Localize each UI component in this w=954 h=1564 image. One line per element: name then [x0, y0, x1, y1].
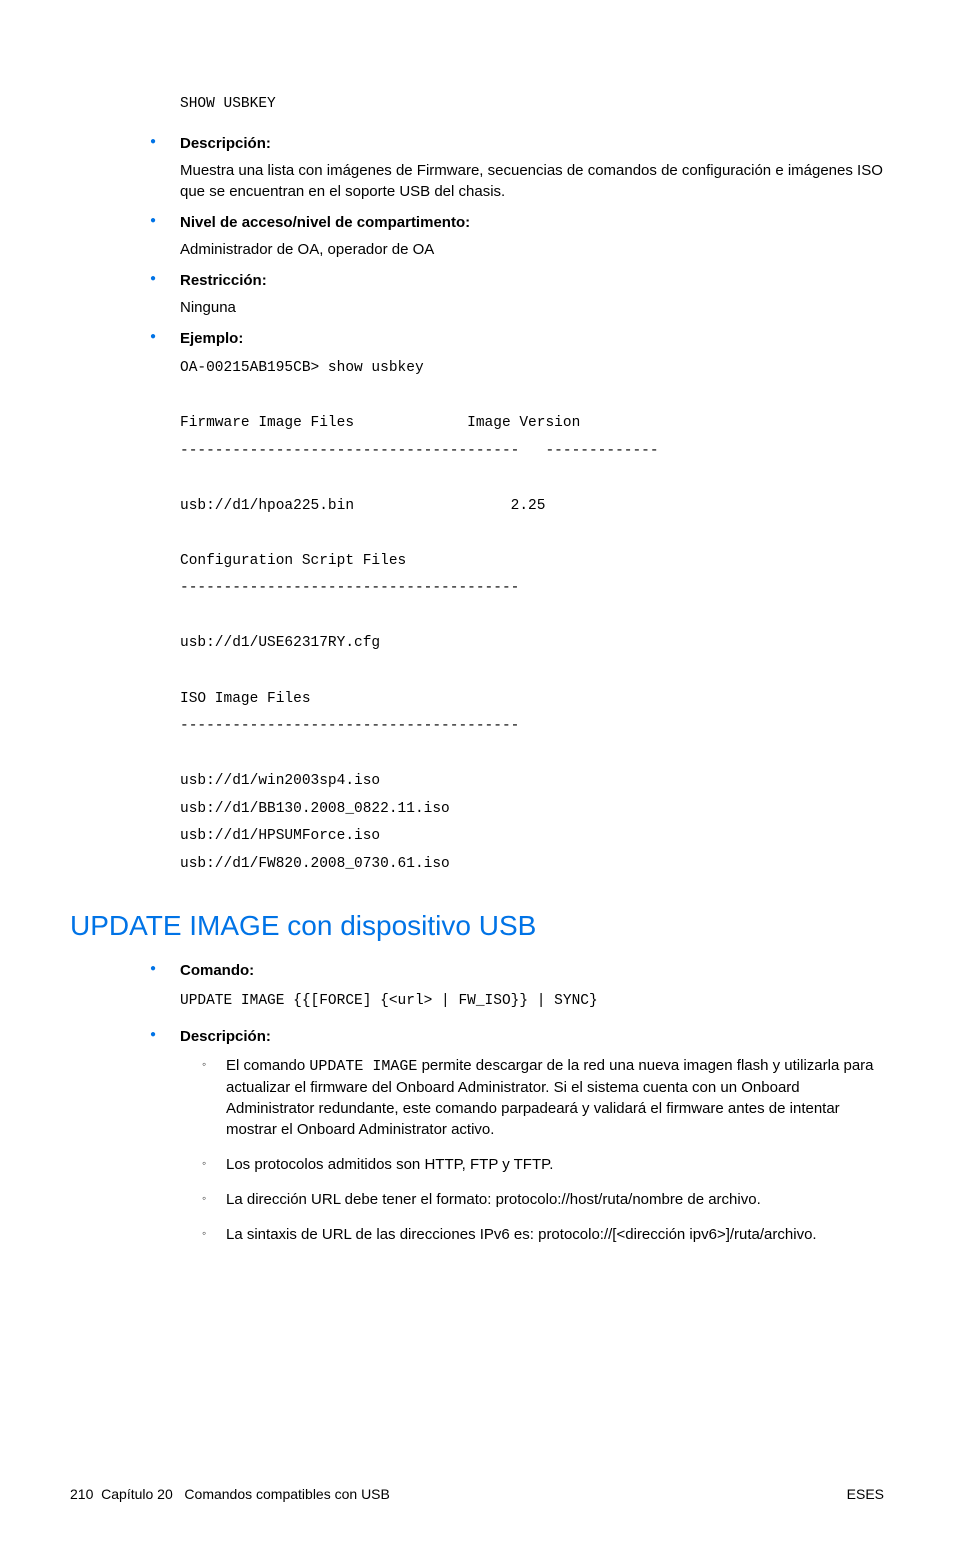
label: Descripción: [180, 133, 884, 154]
sub-item: El comando UPDATE IMAGE permite descarga… [202, 1055, 884, 1140]
label: Comando: [180, 960, 884, 981]
label: Ejemplo: [180, 328, 884, 349]
item-ejemplo: Ejemplo: OA-00215AB195CB> show usbkey Fi… [150, 328, 884, 878]
text-pre: El comando [226, 1057, 309, 1074]
body: Muestra una lista con imágenes de Firmwa… [180, 160, 884, 202]
sub-item: La sintaxis de URL de las direcciones IP… [202, 1224, 884, 1245]
chapter-title: Comandos compatibles con USB [184, 1486, 389, 1502]
definition-list: Descripción: Muestra una lista con imáge… [70, 133, 884, 878]
chapter: Capítulo 20 [101, 1486, 173, 1502]
inline-code: UPDATE IMAGE [309, 1058, 417, 1075]
label: Descripción: [180, 1026, 884, 1047]
sub-item: Los protocolos admitidos son HTTP, FTP y… [202, 1154, 884, 1175]
text: La dirección URL debe tener el formato: … [226, 1191, 761, 1208]
page-footer: 210 Capítulo 20 Comandos compatibles con… [70, 1485, 884, 1505]
label: Restricción: [180, 270, 884, 291]
sub-item: La dirección URL debe tener el formato: … [202, 1189, 884, 1210]
body: Ninguna [180, 297, 884, 318]
comando-code: UPDATE IMAGE {{[FORCE] {<url> | FW_ISO}}… [180, 987, 884, 1016]
footer-right: ESES [847, 1485, 884, 1505]
section-heading-update-image-usb: UPDATE IMAGE con dispositivo USB [70, 906, 884, 945]
item-descripcion: Descripción: Muestra una lista con imáge… [150, 133, 884, 202]
update-list: Comando: UPDATE IMAGE {{[FORCE] {<url> |… [70, 960, 884, 1245]
text: Los protocolos admitidos son HTTP, FTP y… [226, 1156, 553, 1173]
item-nivel-acceso: Nivel de acceso/nivel de compartimento: … [150, 212, 884, 260]
example-output: OA-00215AB195CB> show usbkey Firmware Im… [180, 355, 884, 878]
label: Nivel de acceso/nivel de compartimento: [180, 212, 884, 233]
footer-left: 210 Capítulo 20 Comandos compatibles con… [70, 1485, 390, 1505]
page-number: 210 [70, 1486, 93, 1502]
body: Administrador de OA, operador de OA [180, 239, 884, 260]
command-code: SHOW USBKEY [70, 90, 884, 119]
item-restriccion: Restricción: Ninguna [150, 270, 884, 318]
text: La sintaxis de URL de las direcciones IP… [226, 1226, 817, 1243]
item-comando: Comando: UPDATE IMAGE {{[FORCE] {<url> |… [150, 960, 884, 1016]
sub-list: El comando UPDATE IMAGE permite descarga… [180, 1055, 884, 1245]
item-descripcion-update: Descripción: El comando UPDATE IMAGE per… [150, 1026, 884, 1245]
